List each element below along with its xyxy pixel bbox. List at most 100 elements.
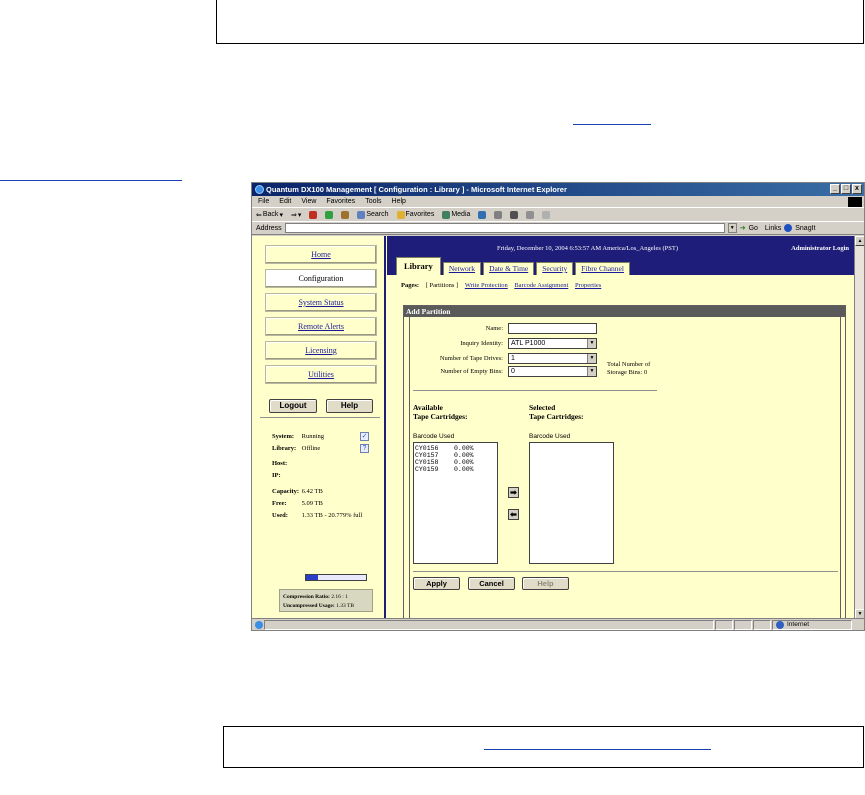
chevron-down-icon: ▼ bbox=[587, 354, 596, 363]
tab-library[interactable]: Library bbox=[396, 257, 441, 275]
status-segment bbox=[753, 619, 771, 630]
links-button[interactable]: Links bbox=[765, 225, 781, 232]
admin-login-link[interactable]: Administrator Login bbox=[791, 245, 849, 252]
vertical-scrollbar[interactable]: ▲ ▼ bbox=[854, 236, 864, 619]
media-button[interactable]: Media bbox=[442, 210, 471, 219]
list-item[interactable]: CY0158 0.00% bbox=[415, 459, 497, 466]
total-bins-text: Total Number of Storage Bins: 0 bbox=[607, 361, 651, 376]
drives-value: 1 bbox=[511, 355, 515, 362]
list-item[interactable]: CY0157 0.00% bbox=[415, 452, 497, 459]
go-button[interactable]: Go bbox=[749, 225, 758, 232]
config-tabs: Library Network Date & Time Security Fib… bbox=[396, 254, 630, 275]
menu-file[interactable]: File bbox=[258, 198, 269, 205]
app-content: Friday, December 10, 2004 6:53:57 AM Ame… bbox=[387, 236, 856, 619]
move-right-arrow-icon[interactable]: ➡ bbox=[508, 487, 519, 498]
favorites-button[interactable]: Favorites bbox=[396, 210, 434, 219]
nav-remote-alerts[interactable]: Remote Alerts bbox=[265, 317, 377, 336]
bins-label: Number of Empty Bins: bbox=[440, 368, 503, 375]
zone-segment: Internet bbox=[772, 619, 852, 630]
nav-system-status[interactable]: System Status bbox=[265, 293, 377, 312]
app-sidebar: Home Configuration System Status Remote … bbox=[252, 236, 386, 619]
chevron-down-icon: ▼ bbox=[587, 367, 596, 376]
menu-edit[interactable]: Edit bbox=[279, 198, 291, 205]
available-cartridges-list[interactable]: CY0156 0.00% CY0157 0.00% CY0158 0.00% C… bbox=[413, 442, 498, 564]
stop-icon[interactable] bbox=[309, 210, 318, 219]
available-title-2: Tape Cartridges: bbox=[413, 412, 468, 421]
forward-button[interactable]: ⇒ ▾ bbox=[291, 211, 301, 219]
menu-tools[interactable]: Tools bbox=[365, 198, 381, 205]
page-viewport: Home Configuration System Status Remote … bbox=[252, 236, 856, 619]
address-dropdown-icon[interactable]: ▼ bbox=[727, 223, 737, 233]
media-label: Media bbox=[451, 211, 471, 218]
print-icon[interactable] bbox=[510, 210, 519, 219]
mail-icon[interactable] bbox=[494, 210, 503, 219]
compression-label: Compression Ratio: bbox=[283, 594, 330, 600]
inquiry-label: Inquiry Identity: bbox=[460, 340, 503, 347]
address-bar: Address ▼ ➜ Go Links SnagIt bbox=[252, 222, 864, 235]
name-input[interactable] bbox=[508, 323, 597, 334]
cancel-button[interactable]: Cancel bbox=[468, 577, 515, 590]
bottom-link-underline[interactable] bbox=[484, 749, 711, 750]
address-input[interactable] bbox=[284, 223, 725, 233]
search-icon bbox=[357, 210, 366, 219]
uncompressed-value: 1.33 TB bbox=[336, 603, 354, 609]
used-value: 1.33 TB - 20.779% full bbox=[301, 512, 363, 519]
top-link-underline[interactable] bbox=[573, 124, 651, 125]
page-link-barcode-assignment[interactable]: Barcode Assignment bbox=[514, 282, 568, 289]
sidebar-divider bbox=[260, 417, 380, 418]
apply-button[interactable]: Apply bbox=[413, 577, 460, 590]
drives-select[interactable]: 1 ▼ bbox=[508, 353, 597, 364]
tab-fibre-channel[interactable]: Fibre Channel bbox=[575, 262, 630, 275]
page-link-write-protection[interactable]: Write Protection bbox=[465, 282, 508, 289]
nav-licensing[interactable]: Licensing bbox=[265, 341, 377, 360]
list-item[interactable]: CY0156 0.00% bbox=[415, 445, 497, 452]
refresh-icon[interactable] bbox=[325, 210, 334, 219]
tab-security[interactable]: Security bbox=[536, 262, 574, 275]
form-divider bbox=[413, 390, 657, 391]
status-segment bbox=[734, 619, 752, 630]
list-item[interactable]: CY0159 0.00% bbox=[415, 466, 497, 473]
minimize-button[interactable]: _ bbox=[830, 184, 840, 194]
tab-date-time[interactable]: Date & Time bbox=[483, 262, 535, 275]
discuss-icon[interactable] bbox=[542, 210, 551, 219]
library-label: Library: bbox=[272, 445, 297, 452]
help-button[interactable]: Help bbox=[326, 399, 373, 413]
menu-favorites[interactable]: Favorites bbox=[326, 198, 355, 205]
close-button[interactable]: x bbox=[852, 184, 862, 194]
selected-cartridges-list[interactable] bbox=[529, 442, 614, 564]
home-icon[interactable] bbox=[341, 210, 350, 219]
compression-box: Compression Ratio: 2.16 : 1 Uncompressed… bbox=[279, 589, 373, 612]
inquiry-select[interactable]: ATL P1000 ▼ bbox=[508, 338, 597, 349]
top-note-box bbox=[216, 0, 864, 44]
available-col-header: Barcode Used bbox=[413, 433, 455, 440]
move-left-arrow-icon[interactable]: ⬅ bbox=[508, 509, 519, 520]
window-title: Quantum DX100 Management [ Configuration… bbox=[266, 185, 567, 194]
left-margin-rule bbox=[0, 180, 182, 181]
bins-select[interactable]: 0 ▼ bbox=[508, 366, 597, 377]
page-link-properties[interactable]: Properties bbox=[575, 282, 601, 289]
favorites-icon bbox=[396, 210, 405, 219]
nav-home[interactable]: Home bbox=[265, 245, 377, 264]
logout-button[interactable]: Logout bbox=[269, 399, 317, 413]
library-status-icon[interactable]: ? bbox=[360, 444, 369, 453]
free-label: Free: bbox=[272, 500, 287, 507]
browser-toolbar: ⇐ Back ▾ ⇒ ▾ Search Favorites Media bbox=[252, 208, 864, 222]
scroll-up-icon[interactable]: ▲ bbox=[855, 236, 864, 246]
snagit-button[interactable]: SnagIt bbox=[795, 225, 815, 232]
back-button[interactable]: ⇐ Back ▾ bbox=[256, 211, 283, 219]
bins-value: 0 bbox=[511, 368, 515, 375]
nav-configuration[interactable]: Configuration bbox=[265, 269, 377, 288]
nav-utilities[interactable]: Utilities bbox=[265, 365, 377, 384]
edit-icon[interactable] bbox=[526, 210, 535, 219]
menu-help[interactable]: Help bbox=[392, 198, 406, 205]
search-button[interactable]: Search bbox=[357, 210, 389, 219]
pages-label: Pages: bbox=[401, 282, 420, 289]
tab-network[interactable]: Network bbox=[442, 262, 482, 275]
app-header: Friday, December 10, 2004 6:53:57 AM Ame… bbox=[387, 236, 856, 275]
host-label: Host: bbox=[272, 460, 288, 467]
maximize-button[interactable]: □ bbox=[841, 184, 851, 194]
menu-view[interactable]: View bbox=[301, 198, 316, 205]
form-help-button[interactable]: Help bbox=[522, 577, 569, 590]
history-icon[interactable] bbox=[478, 210, 487, 219]
zone-label: Internet bbox=[787, 620, 810, 628]
